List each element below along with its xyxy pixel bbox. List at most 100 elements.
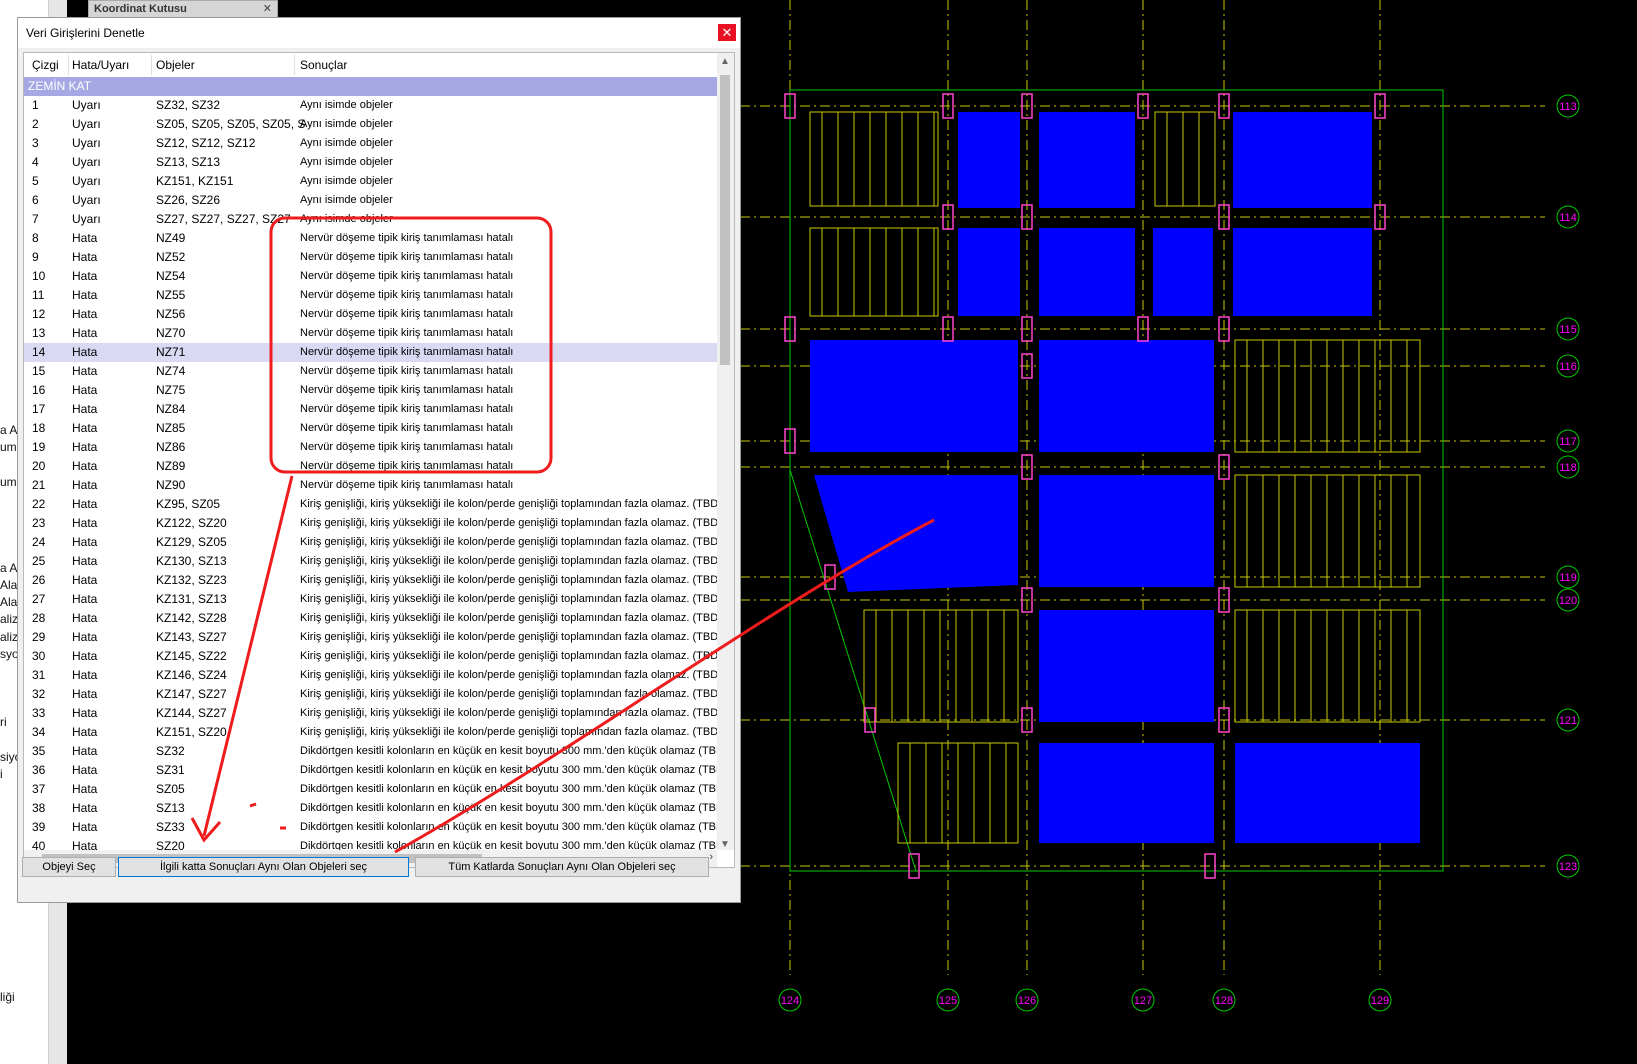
row-objects: NZ71 [156, 345, 186, 359]
ilgili-katta-button[interactable]: İlgili katta Sonuçları Aynı Olan Objeler… [118, 857, 409, 877]
table-row[interactable]: 28 Hata KZ142, SZ28 Kiriş genişliği, kiriş … [24, 609, 717, 628]
table-row[interactable]: 37 Hata SZ05 Dikdörtgen kesitli kolonların … [24, 780, 717, 799]
table-row[interactable]: 9 Hata NZ52 Nervür döşeme tipik kiriş tanım… [24, 248, 717, 267]
header-sonuclar[interactable]: Sonuçlar [300, 58, 347, 72]
table-row[interactable]: 38 Hata SZ13 Dikdörtgen kesitli kolonların … [24, 799, 717, 818]
table-row[interactable]: 22 Hata KZ95, SZ05 Kiriş genişliği, kiriş y… [24, 495, 717, 514]
table-row[interactable]: 4 Uyarı SZ13, SZ13 Aynı isimde objeler [24, 153, 717, 172]
row-objects: NZ84 [156, 402, 186, 416]
axis-label-right: 121 [1559, 715, 1577, 727]
close-button[interactable]: ✕ [718, 24, 736, 41]
header-cizgi[interactable]: Çizgi [32, 58, 59, 72]
table-row[interactable]: 13 Hata NZ70 Nervür döşeme tipik kiriş tanı… [24, 324, 717, 343]
veri-girislerini-denetle-dialog: Veri Girişlerini Denetle ✕ Çizgi Hata/Uy… [17, 17, 741, 903]
row-type: Uyarı [72, 193, 101, 207]
table-row[interactable]: 19 Hata NZ86 Nervür döşeme tipik kiriş tanı… [24, 438, 717, 457]
row-objects: NZ75 [156, 383, 186, 397]
row-number: 35 [32, 744, 46, 758]
table-row[interactable]: 36 Hata SZ31 Dikdörtgen kesitli kolonların … [24, 761, 717, 780]
table-row[interactable]: 5 Uyarı KZ151, KZ151 Aynı isimde objeler [24, 172, 717, 191]
left-panel-label[interactable]: liği [0, 990, 15, 1004]
table-row[interactable]: 3 Uyarı SZ12, SZ12, SZ12 Aynı isimde objele… [24, 134, 717, 153]
row-objects: KZ143, SZ27 [156, 630, 227, 644]
slab-panel [1233, 112, 1372, 208]
slab-panel [1039, 475, 1214, 587]
table-row[interactable]: 33 Hata KZ144, SZ27 Kiriş genişliği, kiriş … [24, 704, 717, 723]
scroll-right-icon[interactable]: › [709, 851, 713, 863]
tum-katlarda-button[interactable]: Tüm Katlarda Sonuçları Aynı Olan Objeler… [415, 857, 709, 877]
row-number: 38 [32, 801, 46, 815]
table-row[interactable]: 10 Hata NZ54 Nervür döşeme tipik kiriş tanı… [24, 267, 717, 286]
row-number: 20 [32, 459, 46, 473]
axis-label-bottom: 127 [1134, 995, 1152, 1007]
scroll-thumb[interactable] [720, 75, 730, 365]
table-row[interactable]: 32 Hata KZ147, SZ27 Kiriş genişliği, kiriş … [24, 685, 717, 704]
table-row[interactable]: 2 Uyarı SZ05, SZ05, SZ05, SZ05, S... Aynı i… [24, 115, 717, 134]
table-row[interactable]: 24 Hata KZ129, SZ05 Kiriş genişliği, kiriş … [24, 533, 717, 552]
row-objects: NZ56 [156, 307, 186, 321]
row-type: Hata [72, 725, 98, 739]
close-icon[interactable]: ✕ [263, 1, 272, 17]
slab-panel [1039, 112, 1135, 208]
table-row[interactable]: 29 Hata KZ143, SZ27 Kiriş genişliği, kiriş … [24, 628, 717, 647]
slab-panels [810, 112, 1420, 843]
row-type: Hata [72, 478, 98, 492]
table-row[interactable]: 18 Hata NZ85 Nervür döşeme tipik kiriş tanı… [24, 419, 717, 438]
table-row[interactable]: 8 Hata NZ49 Nervür döşeme tipik kiriş tanım… [24, 229, 717, 248]
table-row[interactable]: 35 Hata SZ32 Dikdörtgen kesitli kolonların … [24, 742, 717, 761]
row-type: Hata [72, 573, 98, 587]
row-objects: KZ122, SZ20 [156, 516, 227, 530]
group-header-zemin-kat[interactable]: ZEMİN KAT [24, 77, 717, 96]
table-row[interactable]: 30 Hata KZ145, SZ22 Kiriş genişliği, kiriş … [24, 647, 717, 666]
axis-label-right: 118 [1559, 462, 1577, 474]
dialog-titlebar[interactable]: Veri Girişlerini Denetle ✕ [18, 18, 740, 48]
table-row[interactable]: 12 Hata NZ56 Nervür döşeme tipik kiriş tanı… [24, 305, 717, 324]
scroll-up-icon[interactable]: ▲ [720, 56, 730, 67]
table-row[interactable]: 20 Hata NZ89 Nervür döşeme tipik kiriş tanı… [24, 457, 717, 476]
table-row[interactable]: 16 Hata NZ75 Nervür döşeme tipik kiriş tanı… [24, 381, 717, 400]
scroll-down-icon[interactable]: ▼ [720, 839, 730, 850]
table-row[interactable]: 1 Uyarı SZ32, SZ32 Aynı isimde objeler [24, 96, 717, 115]
row-number: 23 [32, 516, 46, 530]
koordinat-kutusu-panel[interactable]: Koordinat Kutusu ✕ [88, 0, 278, 18]
objeyi-sec-button[interactable]: Objeyi Seç [22, 857, 116, 877]
row-objects: SZ27, SZ27, SZ27, SZ27 [156, 212, 291, 226]
row-number: 19 [32, 440, 46, 454]
row-number: 28 [32, 611, 46, 625]
results-list[interactable]: Çizgi Hata/Uyarı Objeler Sonuçlar ZEMİN … [23, 52, 735, 868]
table-row[interactable]: 34 Hata KZ151, SZ20 Kiriş genişliği, kiriş … [24, 723, 717, 742]
table-row[interactable]: 21 Hata NZ90 Nervür döşeme tipik kiriş tanı… [24, 476, 717, 495]
row-type: Hata [72, 649, 98, 663]
table-row[interactable]: 11 Hata NZ55 Nervür döşeme tipik kiriş tanı… [24, 286, 717, 305]
left-panel-label[interactable]: ri [0, 715, 7, 729]
left-panel-label[interactable]: i [0, 767, 3, 781]
row-number: 14 [32, 345, 46, 359]
row-type: Hata [72, 535, 98, 549]
axis-label-right: 117 [1559, 436, 1577, 448]
row-result: Nervür döşeme tipik kiriş tanımlaması ha… [300, 232, 514, 244]
table-row[interactable]: 23 Hata KZ122, SZ20 Kiriş genişliği, kiriş … [24, 514, 717, 533]
header-objeler[interactable]: Objeler [156, 58, 195, 72]
table-row[interactable]: 7 Uyarı SZ27, SZ27, SZ27, SZ27 Aynı isimde … [24, 210, 717, 229]
header-hata-uyari[interactable]: Hata/Uyarı [72, 58, 129, 72]
table-row[interactable]: 39 Hata SZ33 Dikdörtgen kesitli kolonların … [24, 818, 717, 837]
row-type: Uyarı [72, 212, 101, 226]
table-row[interactable]: 14 Hata NZ71 Nervür döşeme tipik kiriş tanı… [24, 343, 717, 362]
vertical-scrollbar[interactable]: ▲ ▼ [717, 53, 734, 850]
table-row[interactable]: 25 Hata KZ130, SZ13 Kiriş genişliği, kiriş … [24, 552, 717, 571]
row-number: 4 [32, 155, 39, 169]
table-row[interactable]: 6 Uyarı SZ26, SZ26 Aynı isimde objeler [24, 191, 717, 210]
row-type: Uyarı [72, 155, 101, 169]
row-objects: NZ89 [156, 459, 186, 473]
table-row[interactable]: 15 Hata NZ74 Nervür döşeme tipik kiriş tanı… [24, 362, 717, 381]
row-objects: SZ12, SZ12, SZ12 [156, 136, 256, 150]
table-row[interactable]: 31 Hata KZ146, SZ24 Kiriş genişliği, kiriş … [24, 666, 717, 685]
table-row[interactable]: 26 Hata KZ132, SZ23 Kiriş genişliği, kiriş … [24, 571, 717, 590]
row-number: 33 [32, 706, 46, 720]
row-objects: SZ05 [156, 782, 185, 796]
table-row[interactable]: 17 Hata NZ84 Nervür döşeme tipik kiriş tanı… [24, 400, 717, 419]
row-result: Aynı isimde objeler [300, 156, 393, 168]
row-result: Aynı isimde objeler [300, 194, 393, 206]
table-row[interactable]: 27 Hata KZ131, SZ13 Kiriş genişliği, kiriş … [24, 590, 717, 609]
row-objects: SZ26, SZ26 [156, 193, 221, 207]
